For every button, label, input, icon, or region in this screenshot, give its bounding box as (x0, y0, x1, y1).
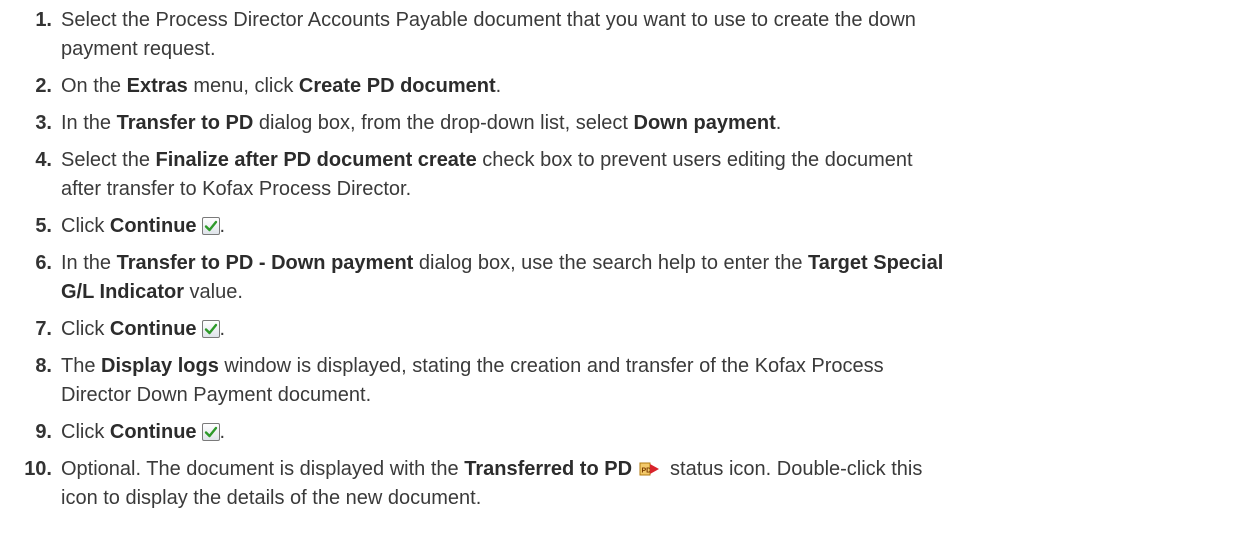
ui-term: Extras (126, 75, 188, 97)
step-text: The Display logs window is displayed, st… (61, 355, 884, 406)
ui-term: Continue (109, 215, 197, 237)
ui-term: Display logs (101, 355, 219, 377)
ui-term: Finalize after PD document create (155, 149, 477, 171)
step-text: Select the Process Director Accounts Pay… (61, 9, 916, 60)
step-number: 2. (35, 75, 52, 97)
continue-checkmark-icon (201, 320, 220, 338)
ui-term: Create PD document (298, 75, 496, 97)
ui-term: Target Special (808, 252, 944, 274)
ui-term: Down payment (633, 112, 776, 134)
step-text: Click Continue. (61, 215, 226, 237)
step-number: 10. (24, 458, 52, 480)
step-number: 9. (35, 421, 52, 443)
step-number: 5. (35, 215, 52, 237)
svg-text:PD: PD (642, 468, 652, 475)
ui-term: Continue (109, 318, 197, 340)
continue-checkmark-icon (201, 217, 220, 235)
step-text: Optional. The document is displayed with… (61, 458, 923, 509)
step-number: 3. (35, 112, 52, 134)
step-text: Click Continue. (61, 318, 226, 340)
step-number: 8. (35, 355, 52, 377)
transferred-to-pd-status-icon: PD (638, 459, 662, 479)
continue-checkmark-icon (201, 423, 220, 441)
step-text: Select the Finalize after PD document cr… (61, 149, 913, 200)
step-text: Click Continue. (61, 421, 226, 443)
step-number: 6. (35, 252, 52, 274)
step-text: In the Transfer to PD dialog box, from t… (61, 112, 782, 134)
ui-term: Continue (109, 421, 197, 443)
step-number: 4. (35, 149, 52, 171)
ui-term: Transferred to PD (464, 458, 633, 480)
ui-term: G/L Indicator (61, 281, 184, 303)
step-text: In the Transfer to PD - Down payment dia… (61, 252, 944, 303)
ui-term: Transfer to PD (116, 112, 254, 134)
step-number: 1. (35, 9, 52, 31)
step-text: On the Extras menu, click Create PD docu… (61, 75, 502, 97)
ui-term: Transfer to PD - Down payment (116, 252, 414, 274)
step-number: 7. (35, 318, 52, 340)
